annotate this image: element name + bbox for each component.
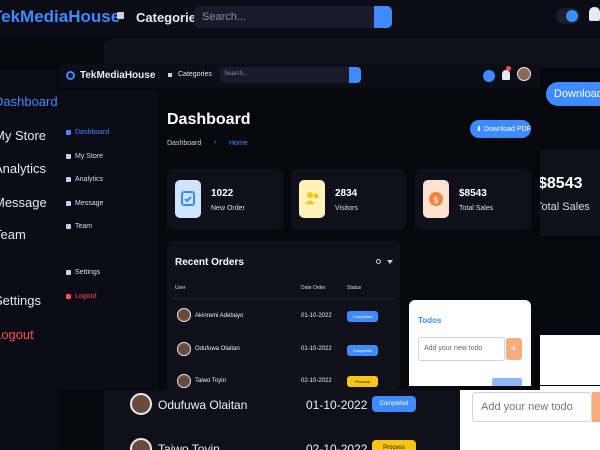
order-date: 01-10-2022 [301, 313, 332, 319]
background-search-input[interactable]: Search... [194, 6, 374, 28]
background-download-button[interactable]: Download [546, 82, 600, 106]
background-brand: TekMediaHouse [0, 7, 121, 26]
add-todo-button[interactable]: + [506, 338, 522, 360]
todo-submit-button[interactable] [492, 378, 522, 386]
avatar [130, 393, 152, 415]
avatar [177, 342, 191, 356]
menu-icon [117, 12, 124, 19]
menu-icon[interactable] [168, 73, 172, 77]
search-button[interactable] [349, 67, 361, 83]
logo-icon [66, 71, 75, 80]
background-todo-input[interactable]: Add your new todo [472, 392, 592, 422]
svg-text:$: $ [433, 196, 439, 206]
sidebar-item-label: My Store [75, 153, 104, 160]
calendar-check-icon [175, 180, 201, 218]
background-sidebar-item-team[interactable]: Team [0, 227, 26, 242]
avatar [177, 308, 191, 322]
sidebar-item-logout[interactable]: Logout [66, 293, 96, 305]
sidebar-item-label: Message [75, 200, 104, 207]
background-order-name: Odufuwa Olaitan [158, 398, 248, 412]
sidebar-item-message[interactable]: Message [66, 200, 103, 212]
order-date: 02-10-2022 [301, 378, 332, 384]
breadcrumb-dashboard[interactable]: Dashboard [167, 140, 201, 147]
stat-value: 1022 [211, 188, 234, 199]
divider [172, 298, 394, 299]
background-sidebar-item-message[interactable]: Message [0, 195, 47, 210]
sidebar-item-settings[interactable]: Settings [66, 269, 100, 281]
background-order-date: 02-10-2022 [306, 442, 368, 450]
column-header-user: User [175, 285, 186, 291]
column-header-status: Status [347, 285, 362, 291]
download-pdf-label: Download PDF [483, 126, 531, 133]
sidebar-item-label: Analytics [75, 176, 104, 183]
avatar[interactable] [517, 67, 531, 81]
stat-label: Total Sales [459, 205, 494, 212]
background-order-name: Taiwo Toyin [158, 442, 220, 450]
order-user-name: Taiwo Toyin [195, 378, 226, 384]
background-sales-value: $8543 [538, 175, 583, 192]
recent-orders-title: Recent Orders [175, 257, 244, 268]
background-order-status: Completed [372, 396, 416, 412]
sidebar-item-label: Logout [75, 293, 97, 300]
brand-name[interactable]: TekMediaHouse [80, 70, 155, 81]
background-order-status: Process [372, 440, 416, 450]
sidebar-item-analytics[interactable]: Analytics [66, 176, 103, 188]
order-user-name: Akinremi Adebayo [195, 313, 244, 319]
categories-link[interactable]: Categories [178, 71, 212, 78]
grid-icon [66, 129, 71, 135]
search-input[interactable]: Search... [220, 67, 349, 83]
background-sidebar-item-my-store[interactable]: My Store [0, 128, 46, 143]
store-icon [66, 153, 71, 159]
download-pdf-button[interactable]: ⬇ Download PDF [470, 120, 531, 138]
stat-label: Visitors [335, 205, 358, 212]
order-user-name: Odufuwa Olaitan [195, 346, 240, 352]
sidebar-item-label: Settings [75, 269, 101, 276]
sidebar-item-team[interactable]: Team [66, 223, 92, 235]
background-sidebar-item-settings[interactable]: Settings [0, 293, 41, 308]
logout-icon [66, 293, 71, 299]
status-badge: Completed [347, 345, 378, 356]
todos-title: Todos [418, 316, 442, 325]
column-header-date: Date Order [301, 285, 326, 291]
team-icon [66, 223, 71, 229]
background-todo-add-button[interactable] [592, 392, 600, 422]
chevron-right-icon: › [214, 139, 217, 146]
order-date: 01-10-2022 [301, 346, 332, 352]
avatar [177, 374, 191, 388]
sidebar-item-my-store[interactable]: My Store [66, 153, 103, 165]
status-badge: Completed [347, 311, 378, 322]
search-icon[interactable] [376, 259, 381, 264]
background-sidebar-item-dashboard[interactable]: Dashboard [0, 94, 58, 109]
breadcrumb-home[interactable]: Home [229, 140, 248, 147]
background-sales-card [532, 150, 600, 236]
background-order-date: 01-10-2022 [306, 398, 368, 412]
background-sidebar [0, 70, 60, 450]
sidebar-item-label: Team [75, 223, 93, 230]
stat-label: New Order [211, 205, 245, 212]
background-search-button[interactable] [374, 6, 392, 28]
sidebar-item-dashboard[interactable]: Dashboard [66, 129, 109, 141]
todo-input[interactable]: Add your new todo [418, 337, 505, 361]
sidebar-item-label: Dashboard [75, 129, 110, 136]
gear-icon [66, 269, 71, 275]
theme-toggle[interactable] [483, 70, 495, 82]
background-todos-panel [535, 335, 600, 385]
filter-icon[interactable] [387, 260, 393, 264]
cloud-download-icon: ⬇ [476, 126, 484, 133]
dollar-icon: $ [423, 180, 449, 218]
people-icon [299, 180, 325, 218]
background-sidebar-item-analytics[interactable]: Analytics [0, 161, 46, 176]
message-icon [66, 200, 71, 206]
chart-icon [66, 176, 71, 182]
background-sidebar-item-logout[interactable]: Logout [0, 327, 34, 342]
background-theme-toggle[interactable] [556, 8, 580, 24]
bell-icon[interactable] [502, 70, 510, 80]
bell-icon[interactable] [589, 7, 600, 21]
background-sales-label: Total Sales [536, 201, 590, 213]
page-title: Dashboard [167, 111, 251, 128]
status-badge: Process [347, 376, 378, 387]
stat-value: 2834 [335, 188, 358, 199]
stat-value: $8543 [459, 188, 487, 199]
notification-dot [506, 66, 511, 71]
